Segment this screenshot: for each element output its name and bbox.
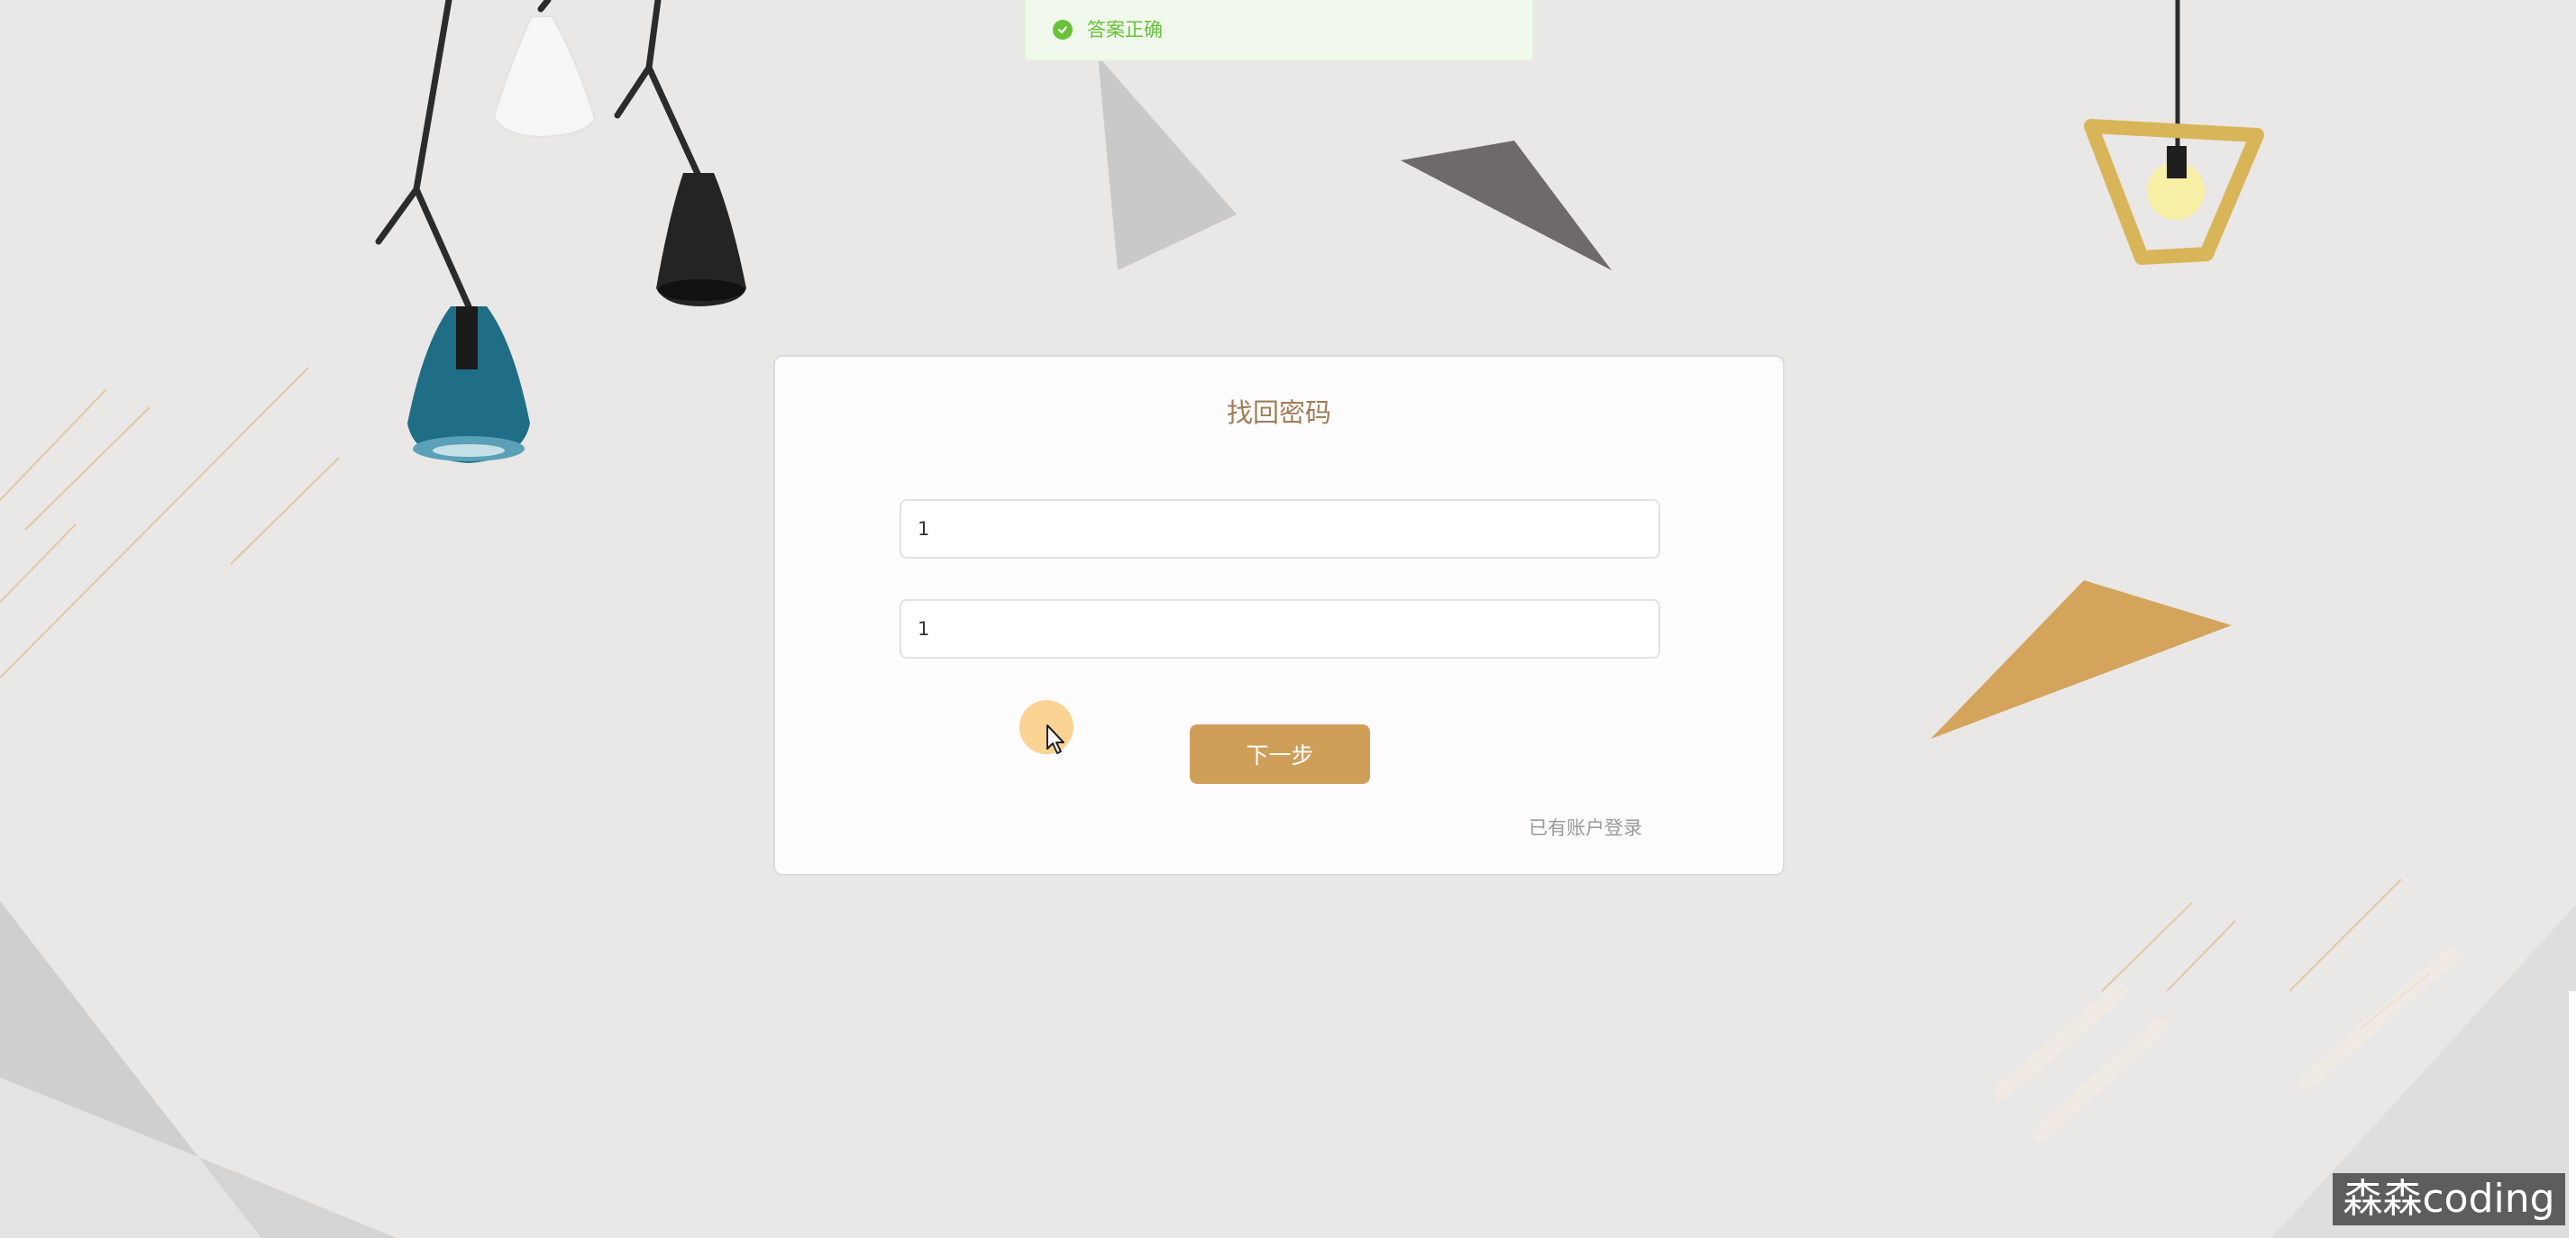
watermark: 森森coding <box>2333 1173 2565 1225</box>
retrieve-password-card: 找回密码 下一步 已有账户登录 <box>773 355 1785 876</box>
check-circle-icon <box>1053 20 1073 40</box>
answer-field[interactable] <box>900 599 1660 659</box>
mouse-pointer-icon <box>1046 724 1064 754</box>
next-step-button[interactable]: 下一步 <box>1190 724 1370 784</box>
white-lamp <box>492 15 597 139</box>
left-lines <box>0 367 340 678</box>
dark-triangle <box>1401 141 1612 270</box>
page: 答案正确 找回密码 下一步 已有账户登录 森森coding <box>0 0 2576 1238</box>
account-field[interactable] <box>900 499 1660 559</box>
gold-triangle-right <box>1931 580 2232 739</box>
toast-message: 答案正确 <box>1087 19 1163 41</box>
card-title: 找回密码 <box>1226 397 1331 428</box>
existing-account-login-link[interactable]: 已有账户登录 <box>1529 815 1642 842</box>
success-toast: 答案正确 <box>1024 0 1534 61</box>
grey-triangle-top <box>1098 56 1237 270</box>
